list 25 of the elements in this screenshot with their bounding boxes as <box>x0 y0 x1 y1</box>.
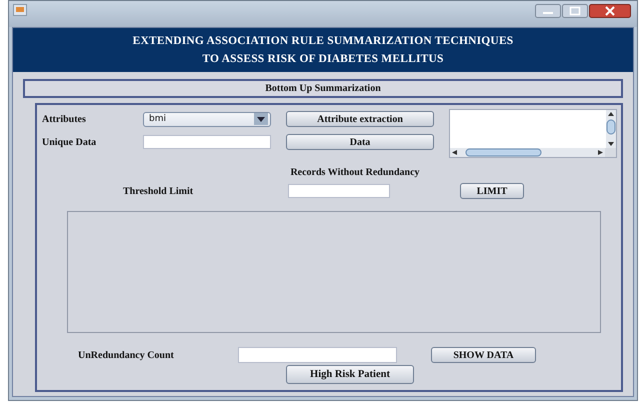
attribute-extraction-button[interactable]: Attribute extraction <box>286 111 434 127</box>
records-heading: Records Without Redundancy <box>289 167 421 178</box>
close-icon[interactable] <box>589 4 631 18</box>
minimize-icon[interactable] <box>535 4 561 18</box>
attributes-label: Attributes <box>42 114 87 124</box>
threshold-limit-label: Threshold Limit <box>122 186 194 196</box>
horizontal-scrollbar[interactable] <box>450 148 605 157</box>
maximize-icon[interactable] <box>562 4 588 18</box>
attributes-dropdown[interactable]: bmi <box>143 112 271 126</box>
header-title: TO ASSESS RISK OF DIABETES MELLITUS <box>202 53 444 65</box>
vertical-scrollbar[interactable] <box>606 110 616 148</box>
threshold-limit-field[interactable] <box>288 184 390 198</box>
show-data-button[interactable]: SHOW DATA <box>431 347 536 363</box>
unredundancy-count-field[interactable] <box>238 347 397 363</box>
app-icon <box>13 4 27 16</box>
caret-icon <box>254 113 268 125</box>
unique-data-field[interactable] <box>143 135 271 149</box>
header-title: EXTENDING ASSOCIATION RULE SUMMARIZATION TECHNIQUES <box>132 35 514 47</box>
limit-button[interactable]: LIMIT <box>460 183 524 199</box>
unredundancy-count-label: UnRedundancy Count <box>77 350 175 360</box>
unique-data-label: Unique Data <box>42 136 98 148</box>
records-text-area[interactable] <box>67 211 601 333</box>
data-button[interactable]: Data <box>286 134 434 150</box>
high-risk-patient-button[interactable]: High Risk Patient <box>286 365 414 384</box>
section-title: Bottom Up Summarization <box>23 79 623 98</box>
